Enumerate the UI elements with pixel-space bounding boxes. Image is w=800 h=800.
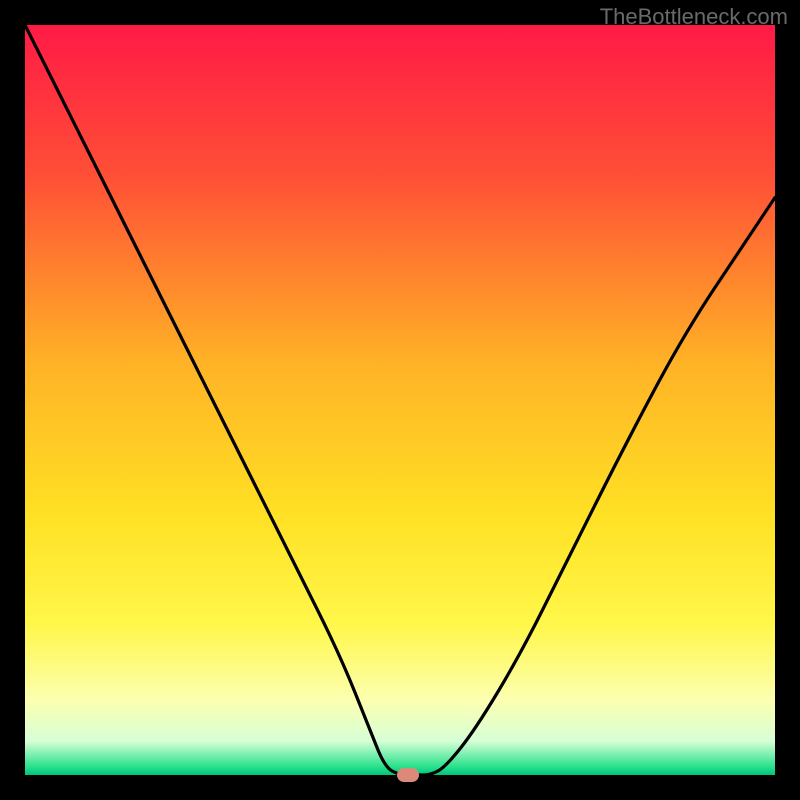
watermark-label: TheBottleneck.com: [600, 4, 788, 30]
plot-area: [25, 25, 775, 775]
chart-frame: TheBottleneck.com: [0, 0, 800, 800]
gradient-background: [25, 25, 775, 775]
minimum-marker: [397, 768, 419, 782]
chart-svg: [25, 25, 775, 775]
